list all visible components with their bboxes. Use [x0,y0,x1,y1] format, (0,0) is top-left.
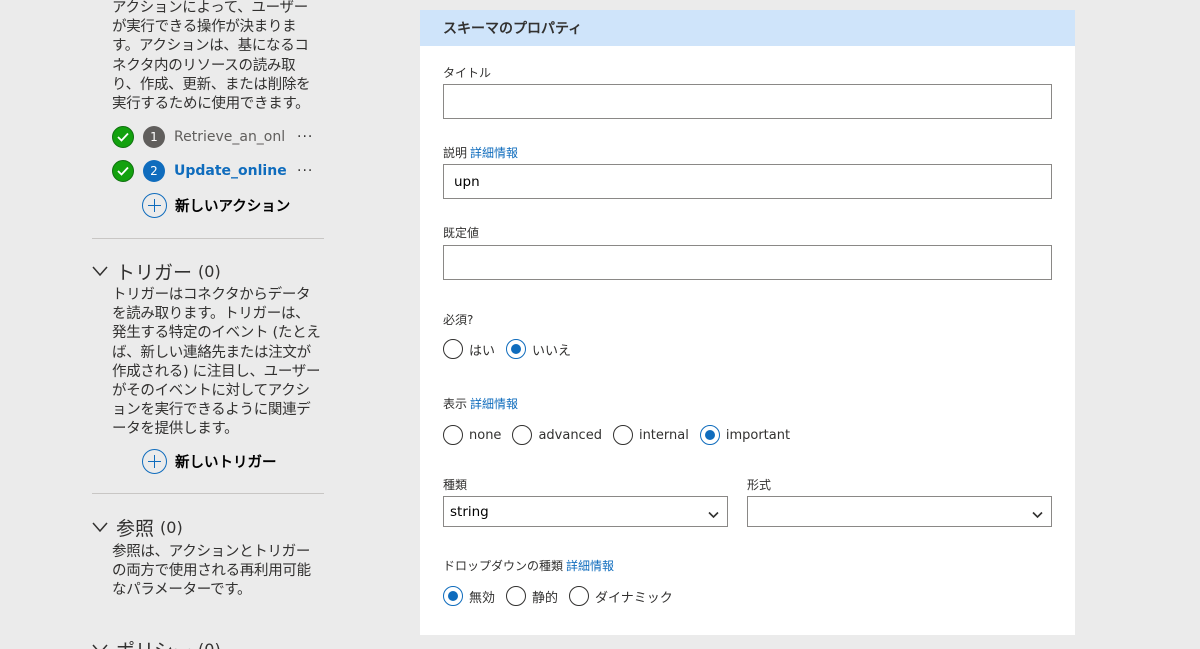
actions-description: アクションによって、ユーザー が実行できる操作が決まりま す。アクションは、基に… [112,0,311,113]
policies-section-header[interactable]: ポリシー (0) [92,636,221,649]
radio-dropdown-static[interactable]: 静的 [506,586,558,606]
new-trigger-label: 新しいトリガー [175,455,277,471]
action-name[interactable]: Update_online... [174,163,286,179]
learn-more-link[interactable]: 詳細情報 [470,146,518,160]
type-label: 種類 [443,478,468,492]
more-options-icon[interactable]: ··· [297,163,313,179]
radio-required-no[interactable]: いいえ [506,339,571,359]
action-item-2[interactable]: 2 Update_online... ··· [112,159,313,183]
title-label: タイトル [443,66,492,80]
learn-more-link[interactable]: 詳細情報 [566,559,614,573]
description-input[interactable]: upn [443,164,1052,199]
action-number-badge: 1 [143,126,165,148]
new-trigger-button[interactable]: 新しいトリガー [142,449,277,474]
action-item-1[interactable]: 1 Retrieve_an_onl... ··· [112,125,313,149]
divider [92,493,324,494]
visibility-radio-group: none advanced internal important [443,425,801,445]
chevron-down-icon [1032,507,1043,523]
radio-required-yes[interactable]: はい [443,339,495,359]
dropdown-type-label: ドロップダウンの種類 詳細情報 [443,559,615,573]
learn-more-link[interactable]: 詳細情報 [470,397,518,411]
new-action-button[interactable]: 新しいアクション [142,193,290,218]
title-input[interactable] [443,84,1052,119]
default-value-input[interactable] [443,245,1052,280]
visibility-label: 表示 詳細情報 [443,397,519,411]
dropdown-type-radio-group: 無効 静的 ダイナミック [443,586,684,606]
required-radio-group: はい いいえ [443,339,582,359]
new-action-label: 新しいアクション [175,199,291,215]
references-section-header[interactable]: 参照 (0) [92,514,183,541]
chevron-down-icon [708,507,719,523]
add-circle-icon [142,193,167,218]
policies-title: ポリシー [116,636,192,649]
description-label: 説明 詳細情報 [443,146,519,160]
chevron-down-icon [92,643,108,649]
format-label: 形式 [747,478,772,492]
action-number-badge: 2 [143,160,165,182]
chevron-down-icon [92,265,108,279]
type-select[interactable]: string [443,496,728,527]
triggers-title: トリガー [116,262,193,284]
check-icon [112,160,134,182]
more-options-icon[interactable]: ··· [297,129,313,145]
references-title: 参照 [116,518,155,540]
policies-count: (0) [198,640,221,649]
left-panel: アクションによって、ユーザー が実行できる操作が決まりま す。アクションは、基に… [0,0,420,649]
references-count: (0) [160,518,183,537]
action-name[interactable]: Retrieve_an_onl... [174,129,286,145]
default-value-label: 既定値 [443,226,480,240]
divider [92,238,324,239]
format-select[interactable] [747,496,1052,527]
radio-visibility-advanced[interactable]: advanced [512,425,602,445]
check-icon [112,126,134,148]
triggers-description: トリガーはコネクタからデータ を読み取ります。トリガーは、 発生する特定のイベン… [112,287,321,438]
radio-visibility-none[interactable]: none [443,425,501,445]
triggers-section-header[interactable]: トリガー (0) [92,258,221,285]
radio-dropdown-dynamic[interactable]: ダイナミック [569,586,673,606]
required-label: 必須? [443,313,474,327]
panel-header: スキーマのプロパティ [420,10,1075,46]
radio-visibility-important[interactable]: important [699,425,790,445]
add-circle-icon [142,449,167,474]
radio-visibility-internal[interactable]: internal [612,425,689,445]
schema-properties-panel: スキーマのプロパティ タイトル 説明 詳細情報 upn 既定値 必須? はい いい… [420,10,1075,635]
triggers-count: (0) [198,262,221,281]
chevron-down-icon [92,521,108,535]
radio-dropdown-disabled[interactable]: 無効 [443,586,495,606]
references-description: 参照は、アクションとトリガー の両方で使用される再利用可能 なパラメーターです。 [112,544,311,599]
